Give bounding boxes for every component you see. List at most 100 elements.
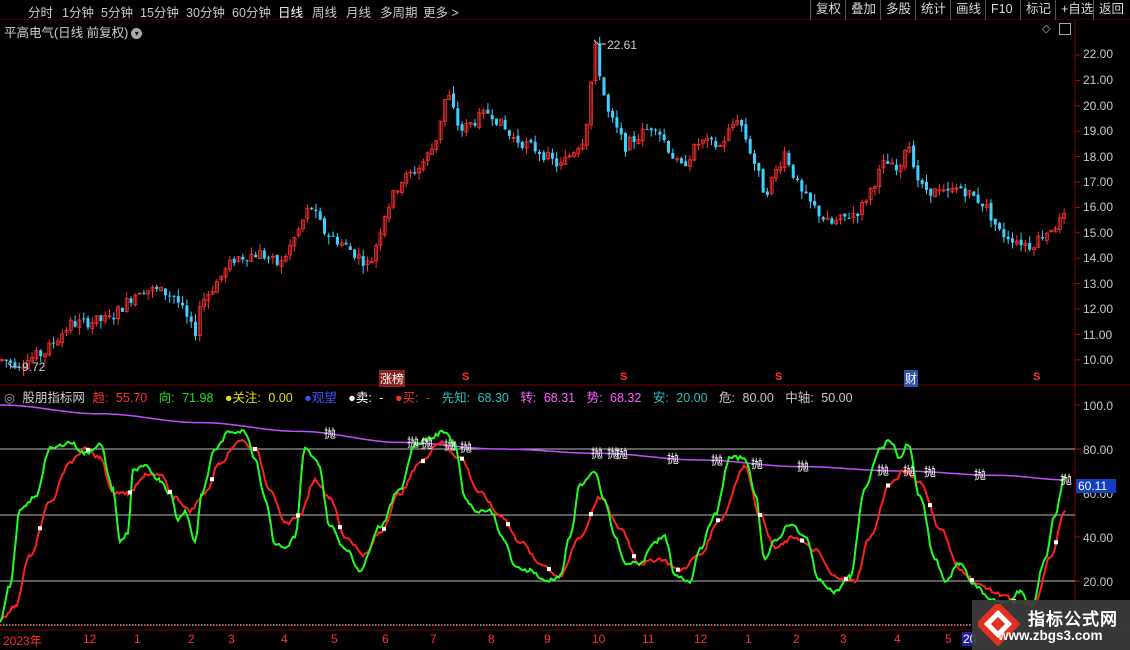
- indicator-axis-label: 100.0: [1083, 399, 1114, 413]
- candle-body: [830, 218, 834, 224]
- date-strip-dot: [102, 624, 104, 626]
- date-strip-dot: [810, 624, 812, 626]
- throw-label: 抛: [924, 464, 936, 479]
- price-axis-label: 19.00: [1083, 124, 1114, 138]
- candle-body: [598, 43, 602, 77]
- date-strip-dot: [183, 624, 185, 626]
- date-strip-dot: [336, 624, 338, 626]
- date-strip-dot: [876, 624, 878, 626]
- candle-body: [632, 136, 636, 143]
- candle-body: [254, 254, 258, 258]
- candle-body: [194, 321, 197, 337]
- candle-body: [542, 152, 546, 161]
- date-strip-dot: [123, 624, 125, 626]
- date-strip-dot: [660, 624, 662, 626]
- date-strip-dot: [6, 624, 8, 626]
- date-strip-dot: [771, 624, 773, 626]
- date-strip-dot: [729, 624, 731, 626]
- legend-sell: ●卖: -: [348, 391, 384, 405]
- price-axis-label: 15.00: [1083, 226, 1114, 240]
- candle-body: [168, 295, 172, 297]
- date-strip-dot: [321, 624, 323, 626]
- date-strip-dot: [738, 624, 740, 626]
- candle-body: [667, 141, 670, 153]
- date-strip-dot: [777, 624, 779, 626]
- s-marker[interactable]: S: [620, 371, 627, 383]
- date-strip-dot: [567, 624, 569, 626]
- candle-body: [980, 203, 984, 207]
- candle-body: [679, 158, 683, 164]
- date-strip-dot: [147, 624, 149, 626]
- candle-body: [310, 207, 314, 210]
- candle-body: [1019, 239, 1023, 246]
- date-strip-dot: [711, 624, 713, 626]
- date-strip-dot: [840, 624, 842, 626]
- date-strip-dot: [849, 624, 851, 626]
- date-strip-dot: [822, 624, 824, 626]
- candle-body: [894, 164, 898, 171]
- finance-badge[interactable]: 财: [904, 370, 919, 387]
- date-label: 6: [382, 632, 389, 646]
- date-strip-dot: [210, 624, 212, 626]
- throw-label: 抛: [460, 439, 472, 454]
- date-strip-dot: [90, 624, 92, 626]
- date-strip-dot: [420, 624, 422, 626]
- indicator-axis-label: 20.00: [1083, 575, 1114, 589]
- date-strip-dot: [342, 624, 344, 626]
- date-strip-dot: [543, 624, 545, 626]
- date-strip-dot: [12, 624, 14, 626]
- date-strip-dot: [627, 624, 629, 626]
- date-strip-dot: [408, 624, 410, 626]
- date-strip-dot: [393, 624, 395, 626]
- date-strip-dot: [108, 624, 110, 626]
- collapse-icon[interactable]: ◎: [4, 391, 15, 405]
- date-label: 10: [592, 632, 606, 646]
- candle-body: [155, 286, 159, 290]
- date-label: 8: [488, 632, 495, 646]
- trend-marker: [296, 513, 300, 518]
- chart-canvas[interactable]: 抛抛抛抛抛抛抛抛抛抛抛抛抛抛抛抛抛: [0, 0, 1130, 650]
- date-strip-dot: [600, 624, 602, 626]
- price-axis-label: 22.00: [1083, 47, 1114, 61]
- candle-body: [619, 127, 623, 135]
- date-strip-dot: [747, 624, 749, 626]
- date-strip-dot: [651, 624, 653, 626]
- date-strip-dot: [882, 624, 884, 626]
- candle-body: [791, 164, 795, 178]
- s-marker[interactable]: S: [1033, 371, 1040, 383]
- date-strip-dot: [663, 624, 665, 626]
- stock-chart-window: 分时 1分钟 5分钟 15分钟 30分钟 60分钟 日线 周线 月线 多周期 更…: [0, 0, 1130, 650]
- date-strip-dot: [309, 624, 311, 626]
- candle-body: [503, 119, 507, 130]
- candle-body: [817, 205, 821, 217]
- date-strip-dot: [798, 624, 800, 626]
- date-strip-dot: [918, 624, 920, 626]
- candle-body: [856, 213, 860, 217]
- date-strip-dot: [225, 624, 227, 626]
- date-strip-dot: [864, 624, 866, 626]
- candle-body: [73, 321, 77, 327]
- date-strip-dot: [774, 624, 776, 626]
- date-strip-dot: [93, 624, 95, 626]
- date-strip-dot: [315, 624, 317, 626]
- date-strip-dot: [279, 624, 281, 626]
- trend-marker: [460, 456, 464, 461]
- date-strip-dot: [948, 624, 950, 626]
- date-strip-dot: [363, 624, 365, 626]
- indicator-name[interactable]: 股朋指标网: [22, 391, 85, 405]
- date-strip-dot: [24, 624, 26, 626]
- date-strip-dot: [9, 624, 11, 626]
- date-strip-dot: [888, 624, 890, 626]
- date-strip-dot: [657, 624, 659, 626]
- date-strip-dot: [243, 624, 245, 626]
- date-label: 3: [840, 632, 847, 646]
- date-strip-dot: [723, 624, 725, 626]
- date-strip-dot: [900, 624, 902, 626]
- date-strip-dot: [708, 624, 710, 626]
- s-marker[interactable]: S: [775, 371, 782, 383]
- high-price-label: 22.61: [607, 38, 638, 52]
- date-strip-dot: [579, 624, 581, 626]
- s-marker[interactable]: S: [462, 371, 469, 383]
- date-strip-dot: [489, 624, 491, 626]
- rank-badge[interactable]: 涨榜: [379, 370, 406, 387]
